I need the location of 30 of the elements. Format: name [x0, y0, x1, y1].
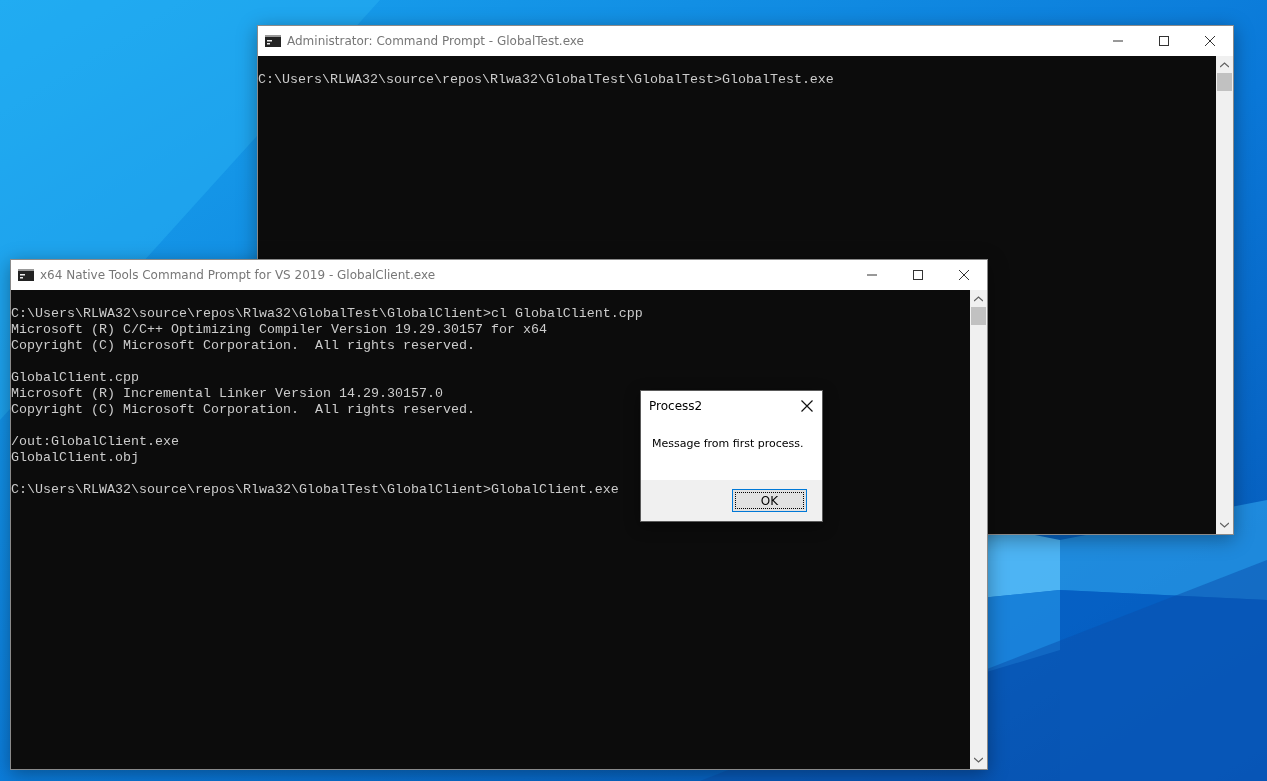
console-line: /out:GlobalClient.exe — [11, 434, 179, 450]
scrollbar[interactable] — [1216, 56, 1233, 534]
console-line: C:\Users\RLWA32\source\repos\Rlwa32\GlobalTest\GlobalClient>GlobalClient.exe — [11, 482, 619, 498]
ok-button[interactable]: OK — [732, 489, 807, 512]
console-icon — [18, 269, 34, 281]
maximize-icon — [913, 270, 923, 280]
close-icon — [1205, 36, 1215, 46]
scroll-down-icon[interactable] — [974, 757, 983, 763]
maximize-icon — [1159, 36, 1169, 46]
console-line: Copyright (C) Microsoft Corporation. All rights reserved. — [11, 402, 475, 418]
console-line: GlobalClient.obj — [11, 450, 139, 466]
console-icon — [265, 35, 281, 47]
scroll-up-icon[interactable] — [974, 296, 983, 302]
window-title: Administrator: Command Prompt - GlobalTest.exe — [287, 34, 585, 48]
console-line: Copyright (C) Microsoft Corporation. All rights reserved. — [11, 338, 475, 354]
scroll-down-icon[interactable] — [1220, 522, 1229, 528]
scrollbar[interactable] — [970, 290, 987, 769]
console-line: C:\Users\RLWA32\source\repos\Rlwa32\GlobalTest\GlobalTest>GlobalTest.exe — [258, 72, 834, 88]
scroll-thumb[interactable] — [971, 307, 986, 325]
close-icon — [959, 270, 969, 280]
console-line: Microsoft (R) Incremental Linker Version 14.29.30157.0 — [11, 386, 443, 402]
window-title: x64 Native Tools Command Prompt for VS 2019 - GlobalClient.exe — [40, 268, 437, 282]
scroll-up-icon[interactable] — [1220, 62, 1229, 68]
dialog-title: Process2 — [649, 399, 703, 413]
dialog-message: Message from first process. — [652, 437, 804, 450]
console-line: C:\Users\RLWA32\source\repos\Rlwa32\GlobalTest\GlobalClient>cl GlobalClient.cpp — [11, 306, 643, 322]
console-line: GlobalClient.cpp — [11, 370, 139, 386]
console-line: Microsoft (R) C/C++ Optimizing Compiler Version 19.29.30157 for x64 — [11, 322, 547, 338]
close-icon — [801, 400, 813, 412]
scroll-thumb[interactable] — [1217, 73, 1232, 91]
